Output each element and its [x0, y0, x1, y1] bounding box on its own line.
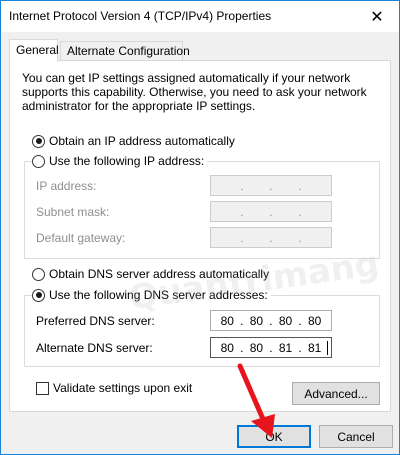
cancel-button[interactable]: Cancel: [319, 425, 393, 448]
ip-address-label: IP address:: [36, 179, 97, 193]
radio-label: Obtain an IP address automatically: [49, 134, 235, 148]
validate-settings-checkbox[interactable]: Validate settings upon exit: [36, 381, 192, 395]
advanced-button[interactable]: Advanced...: [292, 382, 380, 405]
radio-label: Obtain DNS server address automatically: [49, 267, 270, 281]
close-icon: ✕: [370, 8, 384, 26]
tab-alternate-configuration[interactable]: Alternate Configuration: [60, 41, 190, 61]
window-title: Internet Protocol Version 4 (TCP/IPv4) P…: [9, 9, 272, 23]
preferred-dns-input[interactable]: 80. 80. 80. 80: [210, 310, 332, 331]
radio-use-following-dns[interactable]: Use the following DNS server addresses:: [32, 288, 271, 302]
checkbox-label: Validate settings upon exit: [53, 381, 193, 395]
alternate-dns-label: Alternate DNS server:: [36, 341, 153, 355]
radio-obtain-dns-auto[interactable]: Obtain DNS server address automatically: [32, 267, 269, 281]
radio-button-icon: [32, 134, 45, 148]
radio-use-following-ip[interactable]: Use the following IP address:: [32, 154, 208, 168]
radio-button-icon: [32, 267, 45, 281]
ok-button[interactable]: OK: [237, 425, 311, 448]
text-caret: [327, 341, 328, 355]
ip-address-input[interactable]: . . .: [210, 175, 332, 196]
radio-button-icon: [32, 154, 45, 168]
general-panel: You can get IP settings assigned automat…: [9, 60, 391, 412]
tab-general[interactable]: General: [9, 39, 59, 62]
preferred-dns-label: Preferred DNS server:: [36, 314, 155, 328]
default-gateway-input[interactable]: . . .: [210, 227, 332, 248]
default-gateway-label: Default gateway:: [36, 231, 126, 245]
checkbox-icon: [36, 381, 49, 395]
radio-label: Use the following IP address:: [49, 154, 205, 168]
subnet-mask-input[interactable]: . . .: [210, 201, 332, 222]
alternate-dns-input[interactable]: 80. 80. 81. 81: [210, 337, 332, 358]
subnet-mask-label: Subnet mask:: [36, 205, 110, 219]
close-button[interactable]: ✕: [355, 1, 399, 32]
title-bar: Internet Protocol Version 4 (TCP/IPv4) P…: [1, 1, 399, 32]
radio-label: Use the following DNS server addresses:: [49, 288, 268, 302]
radio-button-icon: [32, 288, 45, 302]
description-text: You can get IP settings assigned automat…: [22, 71, 367, 113]
dialog-window: Internet Protocol Version 4 (TCP/IPv4) P…: [0, 0, 400, 455]
radio-obtain-ip-auto[interactable]: Obtain an IP address automatically: [32, 134, 235, 148]
